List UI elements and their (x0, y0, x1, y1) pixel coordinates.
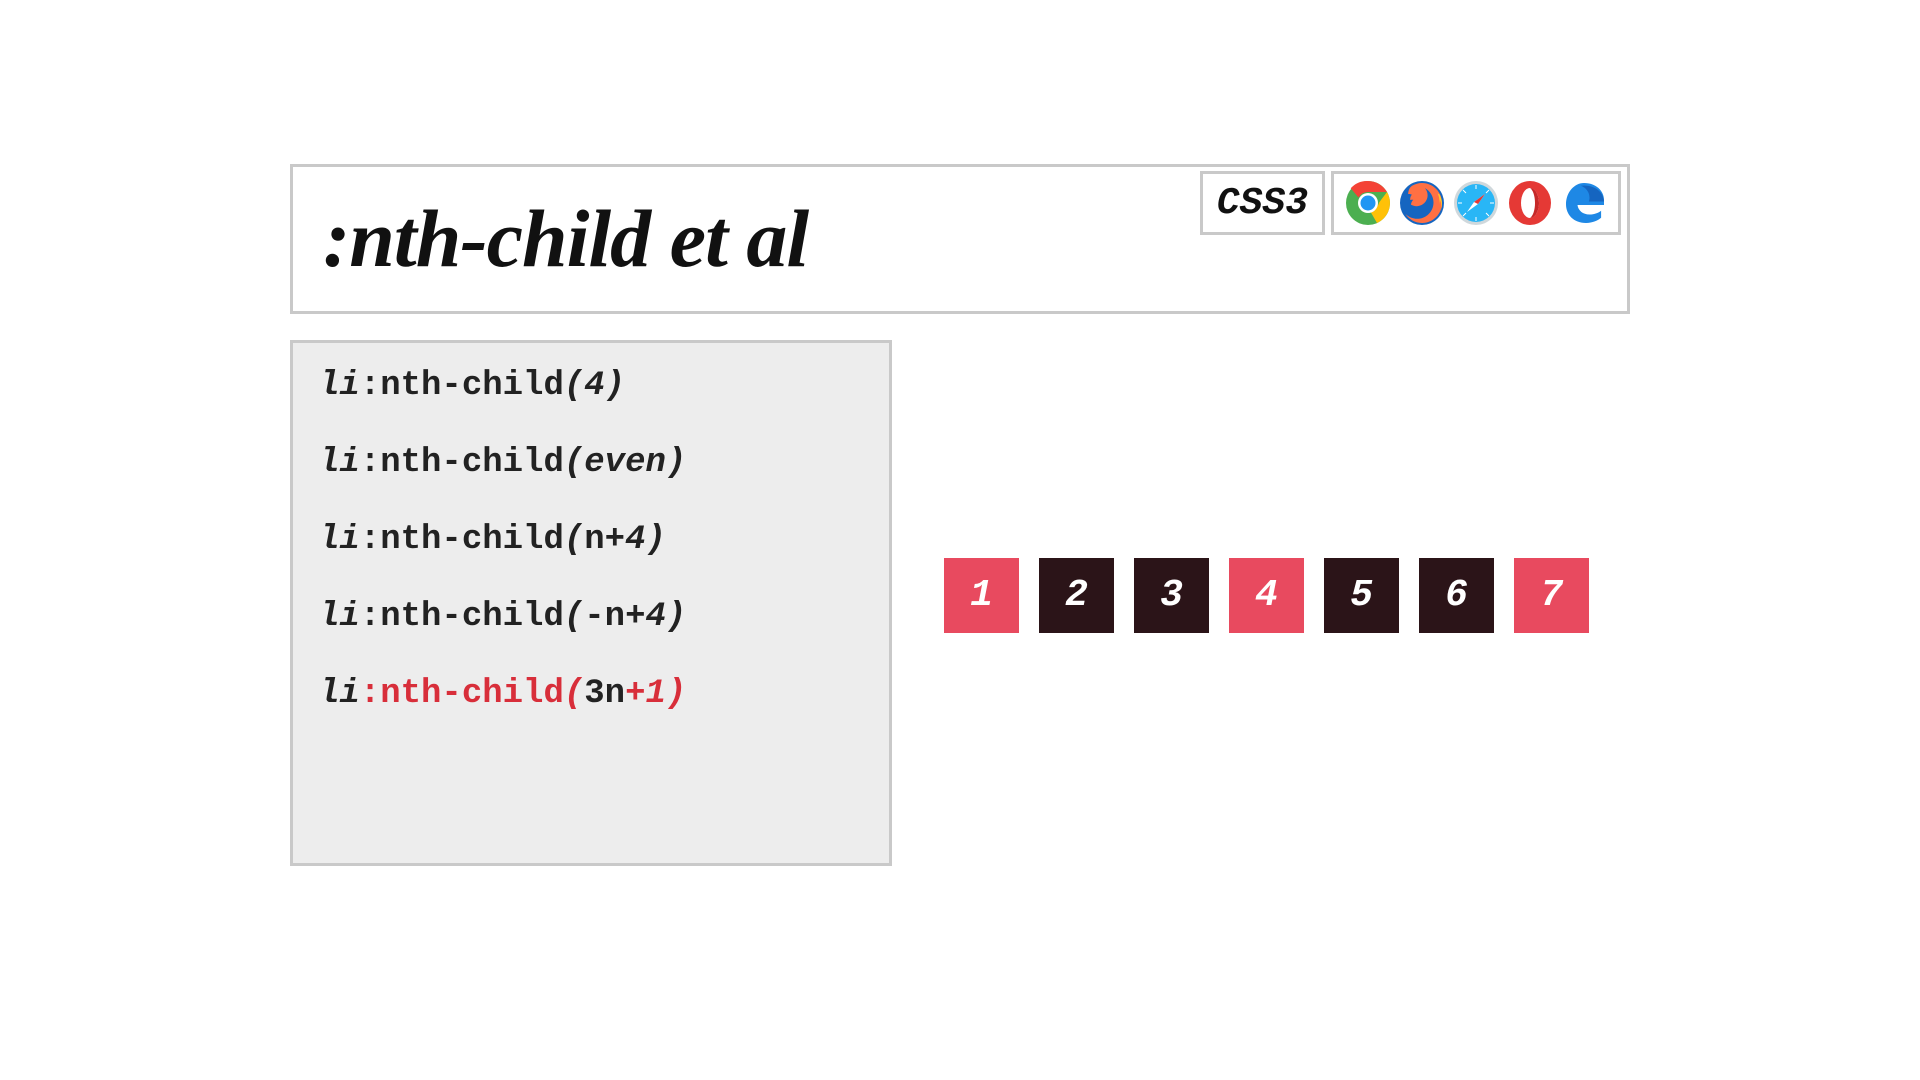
firefox-icon (1398, 179, 1446, 227)
demo-box: 2 (1039, 558, 1114, 633)
code-line: li:nth-child(4) (319, 367, 863, 406)
edge-icon (1560, 179, 1608, 227)
demo-strip: 1234567 (944, 558, 1630, 633)
support-badges: CSS3 (1200, 167, 1627, 311)
demo-box: 1 (944, 558, 1019, 633)
slide-header: :nth-child et al CSS3 (290, 164, 1630, 314)
code-panel: li:nth-child(4) li:nth-child(even) li:nth-… (290, 340, 892, 866)
slide: :nth-child et al CSS3 (192, 108, 1728, 972)
code-line: li:nth-child(3n+1) (319, 675, 863, 714)
demo-box: 7 (1514, 558, 1589, 633)
demo-box: 5 (1324, 558, 1399, 633)
page-title: :nth-child et al (293, 167, 1200, 311)
safari-icon (1452, 179, 1500, 227)
browser-support-badge (1331, 171, 1621, 235)
demo-box: 6 (1419, 558, 1494, 633)
code-line: li:nth-child(-n+4) (319, 598, 863, 637)
demo-box: 3 (1134, 558, 1209, 633)
demo-box: 4 (1229, 558, 1304, 633)
opera-icon (1506, 179, 1554, 227)
spec-badge: CSS3 (1200, 171, 1325, 235)
chrome-icon (1344, 179, 1392, 227)
code-line: li:nth-child(n+4) (319, 521, 863, 560)
code-line: li:nth-child(even) (319, 444, 863, 483)
